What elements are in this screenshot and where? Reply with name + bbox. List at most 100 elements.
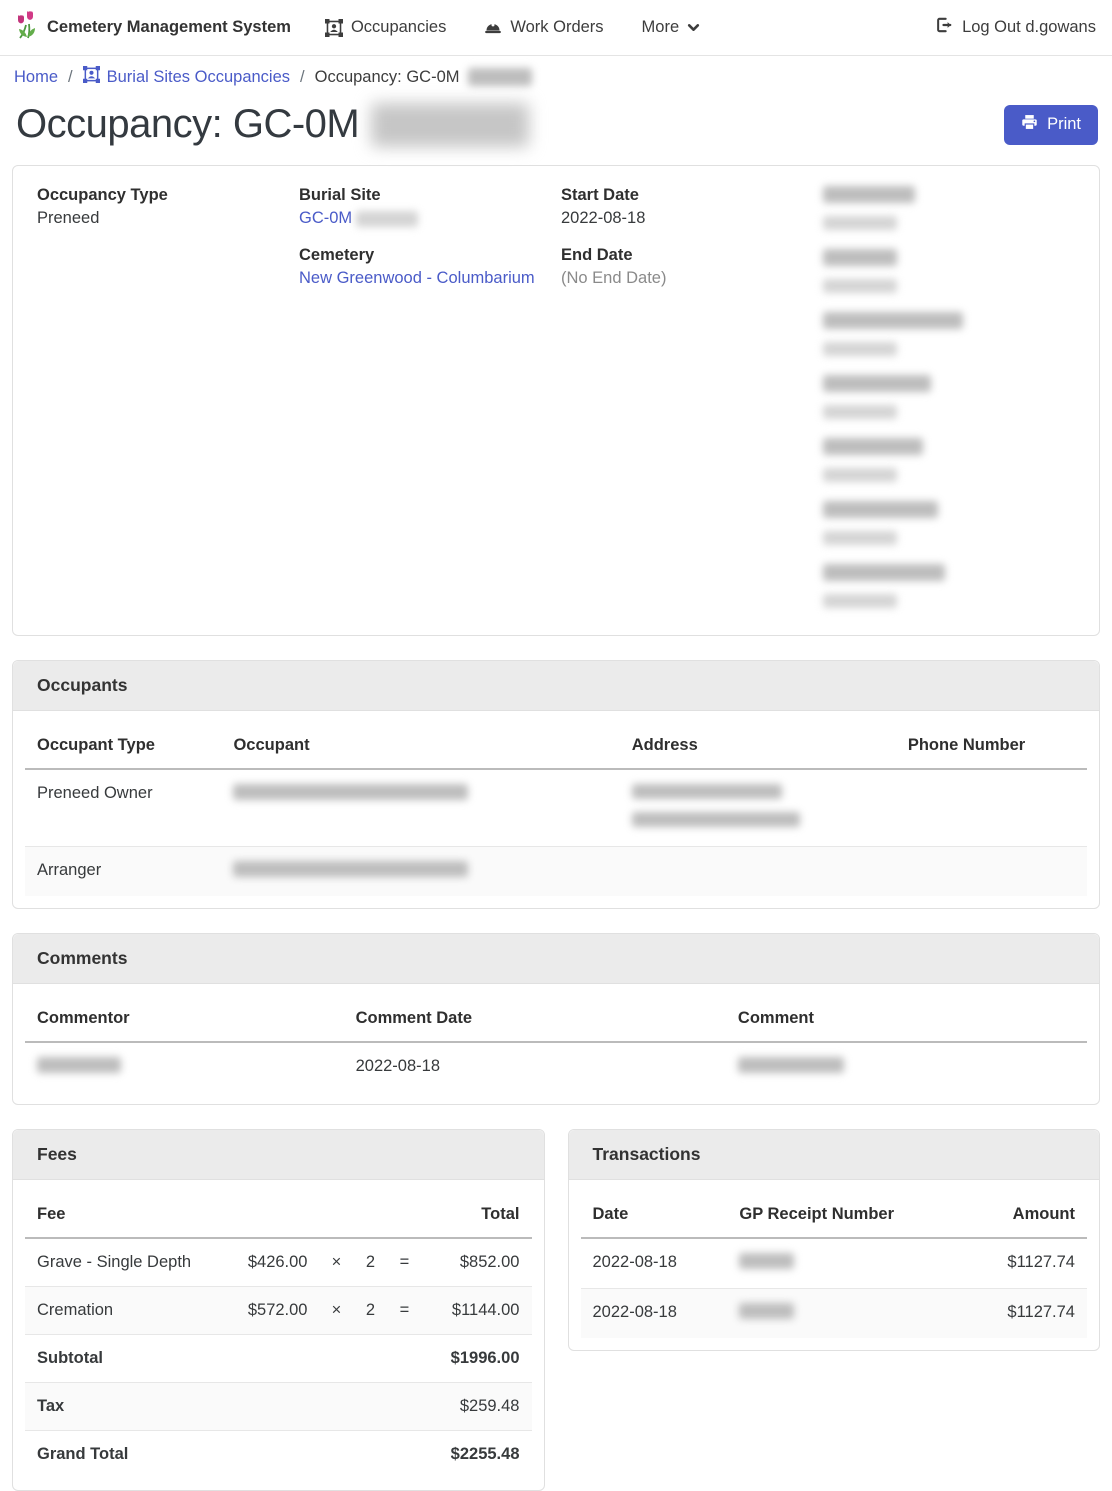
redacted-field <box>823 186 1075 235</box>
occupant-type-cell: Arranger <box>25 847 221 897</box>
fee-unit-cell: $426.00 <box>228 1238 320 1287</box>
redacted-field <box>823 564 1075 613</box>
fee-qty-cell: 2 <box>354 1287 388 1335</box>
fee-name-cell: Grave - Single Depth <box>25 1238 228 1287</box>
tax-row: Tax $259.48 <box>25 1383 532 1431</box>
col-fee: Fee <box>25 1192 228 1238</box>
title-row: Occupancy: GC-0M Print <box>16 102 1098 147</box>
table-row: Arranger <box>25 847 1087 897</box>
occupants-table: Occupant Type Occupant Address Phone Num… <box>25 723 1087 896</box>
redacted-text <box>468 68 532 86</box>
nav-label-work-orders: Work Orders <box>510 18 603 37</box>
fees-section-title: Fees <box>13 1130 544 1180</box>
redacted-field <box>823 375 1075 424</box>
details-col-2: Burial Site GC-0M Cemetery New Greenwood… <box>299 186 551 627</box>
breadcrumb-current: Occupancy: GC-0M <box>315 68 532 87</box>
breadcrumb-occupancies[interactable]: Burial Sites Occupancies <box>83 66 290 88</box>
logout-label: Log Out d.gowans <box>962 18 1096 37</box>
subtotal-row: Subtotal $1996.00 <box>25 1335 532 1383</box>
address-cell <box>620 847 896 897</box>
subtotal-label: Subtotal <box>25 1335 422 1383</box>
table-row: 2022-08-18 <box>25 1042 1087 1092</box>
address-cell <box>620 769 896 847</box>
table-row: Cremation $572.00 × 2 = $1144.00 <box>25 1287 532 1335</box>
comments-card: Comments Commentor Comment Date Comment … <box>12 933 1100 1105</box>
redacted-text <box>823 216 897 230</box>
fee-total-cell: $1144.00 <box>422 1287 532 1335</box>
tax-value: $259.48 <box>422 1383 532 1431</box>
col-commentor: Commentor <box>25 996 344 1042</box>
redacted-text <box>739 1303 794 1319</box>
details-col-3: Start Date 2022-08-18 End Date (No End D… <box>561 186 813 627</box>
redacted-text <box>233 784 468 800</box>
nav-item-occupancies[interactable]: Occupancies <box>325 18 446 37</box>
redacted-text <box>823 468 897 482</box>
field-cemetery: Cemetery New Greenwood - Columbarium <box>299 246 551 288</box>
nav-item-more[interactable]: More <box>642 18 701 37</box>
redacted-field <box>823 438 1075 487</box>
redacted-text <box>823 564 945 581</box>
occupants-card: Occupants Occupant Type Occupant Address… <box>12 660 1100 909</box>
table-row: Grave - Single Depth $426.00 × 2 = $852.… <box>25 1238 532 1287</box>
transaction-date-cell: 2022-08-18 <box>581 1289 728 1339</box>
fees-table: Fee Total Grave - Single Depth $426.00 <box>25 1192 532 1478</box>
phone-cell <box>896 847 1087 897</box>
col-phone-number: Phone Number <box>896 723 1087 769</box>
field-start-date: Start Date 2022-08-18 <box>561 186 813 228</box>
burial-site-link[interactable]: GC-0M <box>299 209 352 227</box>
fee-unit-cell: $572.00 <box>228 1287 320 1335</box>
occupant-type-cell: Preneed Owner <box>25 769 221 847</box>
log-out-icon <box>935 16 953 39</box>
comments-table: Commentor Comment Date Comment 2022-08-1… <box>25 996 1087 1092</box>
breadcrumb-separator: / <box>300 68 305 87</box>
breadcrumb-separator: / <box>68 68 73 87</box>
comments-section-title: Comments <box>13 934 1099 984</box>
field-end-date: End Date (No End Date) <box>561 246 813 288</box>
fee-name-cell: Cremation <box>25 1287 228 1335</box>
app-brand[interactable]: Cemetery Management System <box>16 11 291 44</box>
redacted-text <box>823 438 923 455</box>
app-title: Cemetery Management System <box>47 18 291 37</box>
occupant-cell <box>221 847 619 897</box>
transaction-amount-cell: $1127.74 <box>945 1289 1087 1339</box>
redacted-text <box>632 812 800 827</box>
multiply-symbol: × <box>320 1287 354 1335</box>
logout-button[interactable]: Log Out d.gowans <box>935 16 1096 39</box>
fees-card: Fees Fee Total <box>12 1129 545 1491</box>
breadcrumb-home[interactable]: Home <box>14 68 58 87</box>
col-spacer <box>388 1192 422 1238</box>
col-gp-receipt-number: GP Receipt Number <box>727 1192 945 1238</box>
start-date-value: 2022-08-18 <box>561 209 813 228</box>
comment-date-cell: 2022-08-18 <box>344 1042 726 1092</box>
transactions-table: Date GP Receipt Number Amount 2022-08-18… <box>581 1192 1088 1338</box>
bottom-grid: Fees Fee Total <box>12 1129 1100 1491</box>
redacted-text <box>823 249 897 266</box>
col-address: Address <box>620 723 896 769</box>
field-occupancy-type: Occupancy Type Preneed <box>37 186 289 228</box>
redacted-text <box>632 784 782 799</box>
redacted-text <box>823 531 897 545</box>
occupants-section-title: Occupants <box>13 661 1099 711</box>
nav-item-work-orders[interactable]: Work Orders <box>484 18 603 37</box>
nav-label-occupancies: Occupancies <box>351 18 446 37</box>
subtotal-value: $1996.00 <box>422 1335 532 1383</box>
receipt-number-cell <box>727 1238 945 1289</box>
print-button[interactable]: Print <box>1004 105 1098 145</box>
end-date-label: End Date <box>561 246 813 265</box>
equals-symbol: = <box>388 1238 422 1287</box>
transactions-section-title: Transactions <box>569 1130 1100 1180</box>
col-occupant: Occupant <box>221 723 619 769</box>
transaction-date-cell: 2022-08-18 <box>581 1238 728 1289</box>
page-title: Occupancy: GC-0M <box>16 102 529 147</box>
redacted-text <box>823 342 897 356</box>
comments-header-row: Commentor Comment Date Comment <box>25 996 1087 1042</box>
occupants-header-row: Occupant Type Occupant Address Phone Num… <box>25 723 1087 769</box>
redacted-text <box>356 211 418 227</box>
details-col-4-redacted <box>823 186 1075 627</box>
occupancy-type-value: Preneed <box>37 209 289 228</box>
cemetery-link[interactable]: New Greenwood - Columbarium <box>299 269 535 287</box>
occupancies-icon <box>325 19 343 37</box>
col-spacer <box>320 1192 354 1238</box>
col-total: Total <box>422 1192 532 1238</box>
cemetery-label: Cemetery <box>299 246 551 265</box>
